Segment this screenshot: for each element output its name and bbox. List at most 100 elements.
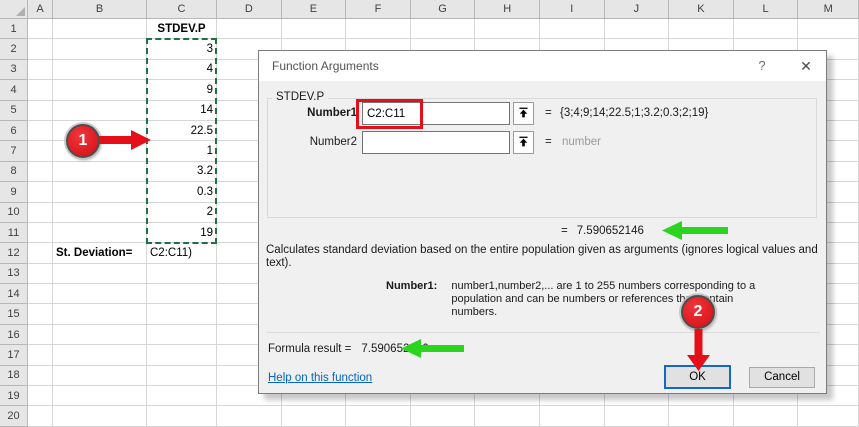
help-icon[interactable]: ? (747, 51, 777, 81)
cell-G20[interactable] (411, 406, 476, 426)
row-header-8[interactable]: 8 (0, 162, 28, 182)
cell-C16[interactable] (147, 325, 217, 345)
column-header-D[interactable]: D (217, 0, 282, 19)
cell-B6[interactable] (53, 121, 147, 141)
help-on-function-link[interactable]: Help on this function (268, 372, 372, 384)
row-header-4[interactable]: 4 (0, 80, 28, 100)
cell-A9[interactable] (28, 182, 53, 202)
cell-C19[interactable] (147, 386, 217, 406)
number2-range-picker-button[interactable] (513, 131, 534, 154)
cell-C20[interactable] (147, 406, 217, 426)
cell-D20[interactable] (217, 406, 282, 426)
cell-A7[interactable] (28, 141, 53, 161)
column-header-B[interactable]: B (53, 0, 147, 19)
dialog-titlebar[interactable]: Function Arguments ? ✕ (259, 51, 826, 81)
cell-C4[interactable]: 9 (147, 80, 217, 100)
column-header-C[interactable]: C (147, 0, 217, 19)
row-header-6[interactable]: 6 (0, 121, 28, 141)
cell-B7[interactable] (53, 141, 147, 161)
row-header-20[interactable]: 20 (0, 406, 28, 426)
row-header-2[interactable]: 2 (0, 39, 28, 59)
cell-C18[interactable] (147, 366, 217, 386)
cell-B2[interactable] (53, 39, 147, 59)
cell-A13[interactable] (28, 264, 53, 284)
cell-B18[interactable] (53, 366, 147, 386)
cell-A6[interactable] (28, 121, 53, 141)
cell-B14[interactable] (53, 284, 147, 304)
cell-J1[interactable] (605, 19, 670, 39)
column-header-H[interactable]: H (475, 0, 540, 19)
cell-B17[interactable] (53, 345, 147, 365)
cell-A5[interactable] (28, 101, 53, 121)
cell-C2[interactable]: 3 (147, 39, 217, 59)
cell-A19[interactable] (28, 386, 53, 406)
select-all-corner[interactable] (0, 0, 28, 19)
cell-H1[interactable] (475, 19, 540, 39)
cell-C17[interactable] (147, 345, 217, 365)
cell-A10[interactable] (28, 203, 53, 223)
cell-M1[interactable] (798, 19, 859, 39)
cancel-button[interactable]: Cancel (749, 367, 815, 388)
row-header-17[interactable]: 17 (0, 345, 28, 365)
cell-B16[interactable] (53, 325, 147, 345)
column-header-J[interactable]: J (605, 0, 670, 19)
column-header-M[interactable]: M (798, 0, 859, 19)
cell-A20[interactable] (28, 406, 53, 426)
cell-A4[interactable] (28, 80, 53, 100)
row-header-10[interactable]: 10 (0, 203, 28, 223)
row-header-16[interactable]: 16 (0, 325, 28, 345)
cell-A17[interactable] (28, 345, 53, 365)
ok-button[interactable]: OK (664, 365, 731, 389)
cell-C9[interactable]: 0.3 (147, 182, 217, 202)
cell-I1[interactable] (540, 19, 605, 39)
cell-B4[interactable] (53, 80, 147, 100)
cell-A11[interactable] (28, 223, 53, 243)
cell-C12[interactable]: C2:C11) (147, 243, 217, 263)
cell-C7[interactable]: 1 (147, 141, 217, 161)
column-header-L[interactable]: L (734, 0, 799, 19)
cell-C8[interactable]: 3.2 (147, 162, 217, 182)
cell-K20[interactable] (669, 406, 734, 426)
cell-K1[interactable] (669, 19, 734, 39)
cell-C3[interactable]: 4 (147, 60, 217, 80)
row-header-13[interactable]: 13 (0, 264, 28, 284)
cell-B3[interactable] (53, 60, 147, 80)
row-header-9[interactable]: 9 (0, 182, 28, 202)
row-header-5[interactable]: 5 (0, 101, 28, 121)
cell-A3[interactable] (28, 60, 53, 80)
cell-C13[interactable] (147, 264, 217, 284)
cell-A16[interactable] (28, 325, 53, 345)
cell-C11[interactable]: 19 (147, 223, 217, 243)
row-header-18[interactable]: 18 (0, 366, 28, 386)
cell-B13[interactable] (53, 264, 147, 284)
column-header-K[interactable]: K (669, 0, 734, 19)
cell-G1[interactable] (411, 19, 476, 39)
cell-B10[interactable] (53, 203, 147, 223)
cell-B12[interactable]: St. Deviation= (53, 243, 147, 263)
cell-B19[interactable] (53, 386, 147, 406)
cell-A8[interactable] (28, 162, 53, 182)
row-header-7[interactable]: 7 (0, 141, 28, 161)
cell-C15[interactable] (147, 304, 217, 324)
cell-B5[interactable] (53, 101, 147, 121)
cell-M20[interactable] (798, 406, 859, 426)
number1-input[interactable] (362, 102, 510, 125)
cell-C14[interactable] (147, 284, 217, 304)
cell-A18[interactable] (28, 366, 53, 386)
cell-C6[interactable]: 22.5 (147, 121, 217, 141)
cell-A12[interactable] (28, 243, 53, 263)
cell-C10[interactable]: 2 (147, 203, 217, 223)
column-header-A[interactable]: A (28, 0, 53, 19)
column-header-E[interactable]: E (282, 0, 347, 19)
cell-B1[interactable] (53, 19, 147, 39)
row-header-3[interactable]: 3 (0, 60, 28, 80)
cell-B9[interactable] (53, 182, 147, 202)
number2-input[interactable] (362, 131, 510, 154)
cell-B20[interactable] (53, 406, 147, 426)
cell-J20[interactable] (605, 406, 670, 426)
cell-B15[interactable] (53, 304, 147, 324)
cell-E1[interactable] (282, 19, 347, 39)
column-header-G[interactable]: G (411, 0, 476, 19)
row-header-1[interactable]: 1 (0, 19, 28, 39)
cell-L20[interactable] (734, 406, 799, 426)
